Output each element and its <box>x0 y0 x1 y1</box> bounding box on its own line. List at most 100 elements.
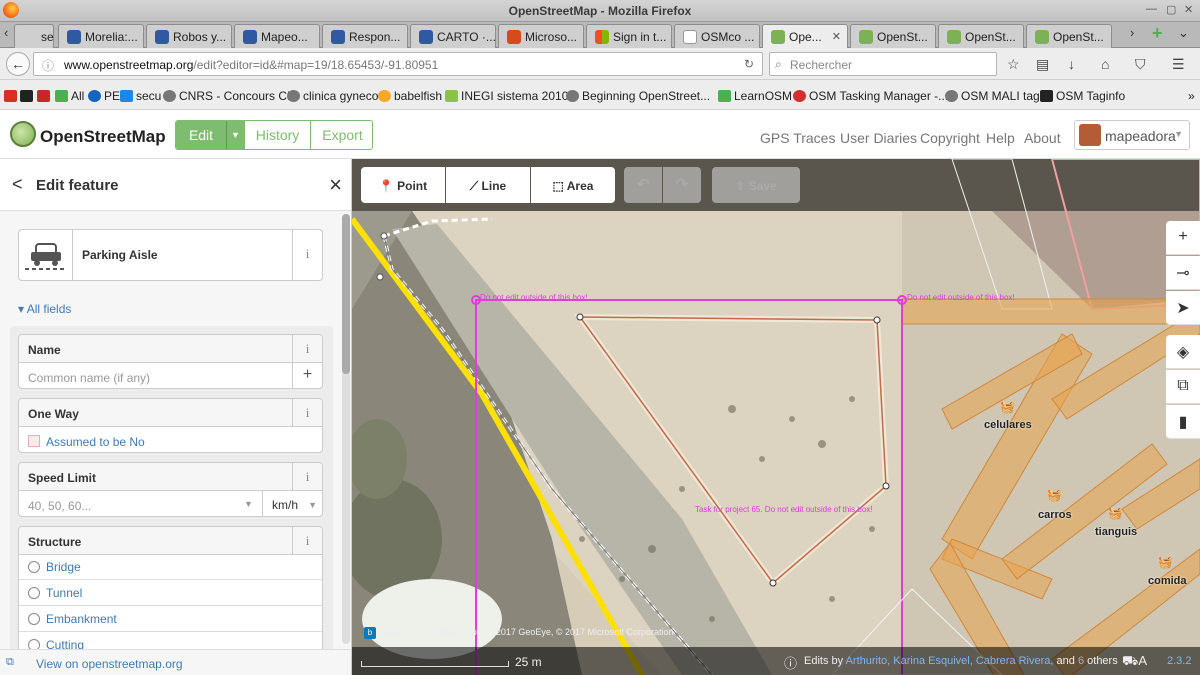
reload-icon[interactable]: ↻ <box>744 57 754 71</box>
geolocate-button[interactable]: ➤ <box>1166 291 1200 325</box>
bookmarks-overflow-icon[interactable]: » <box>1188 89 1195 103</box>
nav-about[interactable]: About <box>1024 130 1061 146</box>
redo-button[interactable]: ↷ <box>663 167 701 203</box>
back-arrow-icon[interactable]: < <box>12 174 23 195</box>
bookmark-babelfish[interactable]: babelfish <box>378 89 442 103</box>
bookmark-secu[interactable]: secu <box>120 89 161 103</box>
back-button[interactable]: ← <box>6 52 30 76</box>
bookmark-clinica[interactable]: clinica gyneco <box>287 89 378 103</box>
info-icon[interactable]: ⓘ <box>784 653 797 672</box>
save-button[interactable]: ⇪ Save <box>712 167 800 203</box>
speed-limit-input[interactable]: 40, 50, 60... <box>28 499 91 513</box>
tab[interactable]: OpenSt... <box>938 24 1024 48</box>
help-button[interactable]: ▮ <box>1166 405 1200 439</box>
add-localized-name-icon[interactable]: + <box>292 363 322 388</box>
oneway-checkbox[interactable] <box>28 435 40 447</box>
shop-icon[interactable]: 🧺 <box>1158 555 1173 569</box>
bookmark-pe[interactable]: PE <box>88 89 120 103</box>
translate-icon[interactable]: ⛟A <box>1122 653 1147 671</box>
close-tab-icon[interactable]: ✕ <box>832 30 841 43</box>
view-on-osm-link[interactable]: View on openstreetmap.org <box>20 657 183 671</box>
zoom-in-button[interactable]: + <box>1166 221 1200 255</box>
name-input[interactable]: Common name (if any) <box>28 371 150 385</box>
add-area-button[interactable]: ⬚ Area <box>531 167 615 203</box>
shop-icon[interactable]: 🧺 <box>1000 400 1015 414</box>
oneway-value[interactable]: Assumed to be No <box>46 435 145 449</box>
structure-option-embankment[interactable]: Embankment <box>28 612 117 626</box>
info-icon[interactable]: i <box>292 399 322 426</box>
minimize-icon[interactable]: — <box>1146 3 1157 15</box>
shop-icon[interactable]: 🧺 <box>1047 488 1062 502</box>
close-window-icon[interactable]: ✕ <box>1184 3 1193 16</box>
tab[interactable]: OpenSt... <box>1026 24 1112 48</box>
tab-scroll-left-icon[interactable]: ‹ <box>4 25 8 40</box>
tab[interactable]: Morelia:... <box>58 24 144 48</box>
tab[interactable]: Mapeo... <box>234 24 320 48</box>
tab[interactable]: OSMco ... <box>674 24 760 48</box>
shop-icon[interactable]: 🧺 <box>1108 506 1123 520</box>
chevron-down-icon[interactable]: ▼ <box>244 499 253 509</box>
maximize-icon[interactable]: ▢ <box>1166 3 1176 16</box>
tab[interactable]: OpenSt... <box>850 24 936 48</box>
history-button[interactable]: History <box>244 121 310 149</box>
tab[interactable]: Robos y... <box>146 24 232 48</box>
bookmark-star-icon[interactable]: ☆ <box>1007 56 1020 73</box>
structure-option-bridge[interactable]: Bridge <box>28 560 81 574</box>
edit-button[interactable]: Edit <box>176 121 226 149</box>
tab[interactable]: CARTO ·... <box>410 24 496 48</box>
editors-links[interactable]: Arthurito, Karina Esquivel, Cabrera Rive… <box>846 655 1054 667</box>
info-icon[interactable]: ⓘ <box>42 57 54 74</box>
bookmark-all[interactable]: All <box>55 89 84 103</box>
scrollbar-thumb[interactable] <box>342 214 350 374</box>
bookmark-inegi[interactable]: INEGI sistema 2010 <box>445 89 568 103</box>
undo-button[interactable]: ↶ <box>624 167 662 203</box>
user-menu[interactable]: mapeadora ▼ <box>1074 120 1190 150</box>
bookmark-icon-only[interactable] <box>20 89 36 103</box>
add-line-button[interactable]: ⟋ Line <box>446 167 530 203</box>
new-tab-icon[interactable]: + <box>1152 23 1163 44</box>
info-icon[interactable]: i <box>292 527 322 554</box>
nav-copyright[interactable]: Copyright <box>920 130 980 146</box>
bookmark-tasking[interactable]: OSM Tasking Manager -... <box>793 89 948 103</box>
map-data-button[interactable]: ⧉ <box>1166 370 1200 404</box>
nav-help[interactable]: Help <box>986 130 1015 146</box>
home-icon[interactable]: ⌂ <box>1101 56 1109 72</box>
version-link[interactable]: 2.3.2 <box>1167 655 1191 667</box>
others-count-link[interactable]: 6 <box>1078 655 1084 667</box>
gmail-bookmark[interactable] <box>4 89 20 103</box>
map-canvas[interactable]: Do not edit outside of this box! Do not … <box>352 159 1200 675</box>
bookmark-taginfo[interactable]: OSM Taginfo <box>1040 89 1125 103</box>
add-point-button[interactable]: 📍 Point <box>361 167 445 203</box>
info-icon[interactable]: i <box>292 335 322 362</box>
tab[interactable]: Sign in t... <box>586 24 672 48</box>
all-fields-toggle[interactable]: ▾ All fields <box>18 302 71 316</box>
info-icon[interactable]: i <box>292 463 322 490</box>
menu-icon[interactable]: ☰ <box>1172 56 1185 73</box>
nav-user-diaries[interactable]: User Diaries <box>840 130 917 146</box>
tab[interactable]: se... <box>14 24 54 48</box>
reading-list-icon[interactable]: ▤ <box>1036 56 1049 73</box>
tab-active[interactable]: Ope... ✕ <box>762 24 848 48</box>
bookmark-learnosm[interactable]: LearnOSM <box>718 89 792 103</box>
pocket-icon[interactable]: ⛉ <box>1135 56 1146 73</box>
search-input[interactable]: ⌕ Rechercher <box>769 52 997 76</box>
url-bar[interactable]: ⓘ www.openstreetmap.org/edit?editor=id&#… <box>33 52 763 76</box>
bookmark-icon-only[interactable] <box>37 89 53 103</box>
edit-dropdown-icon[interactable]: ▼ <box>226 121 244 149</box>
bookmark-beginning-osm[interactable]: Beginning OpenStreet... <box>566 89 710 103</box>
tab[interactable]: Microso... <box>498 24 584 48</box>
tab[interactable]: Respon... <box>322 24 408 48</box>
background-settings-button[interactable]: ◈ <box>1166 335 1200 369</box>
close-icon[interactable]: × <box>329 172 342 198</box>
tab-list-icon[interactable]: ⌄ <box>1178 25 1189 41</box>
nav-gps-traces[interactable]: GPS Traces <box>760 130 835 146</box>
tab-scroll-right-icon[interactable]: › <box>1130 25 1134 40</box>
zoom-to-selection-button[interactable]: ⊸ <box>1166 256 1200 290</box>
export-button[interactable]: Export <box>310 121 372 149</box>
speed-unit-select[interactable]: km/h ▼ <box>262 491 323 516</box>
preset-selector[interactable]: Parking Aisle i <box>18 229 323 281</box>
preset-info-icon[interactable]: i <box>292 230 322 280</box>
sidebar-scrollbar[interactable] <box>342 214 350 644</box>
bookmark-cnrs[interactable]: CNRS - Concours CR <box>163 89 296 103</box>
download-icon[interactable]: ↓ <box>1068 56 1075 72</box>
